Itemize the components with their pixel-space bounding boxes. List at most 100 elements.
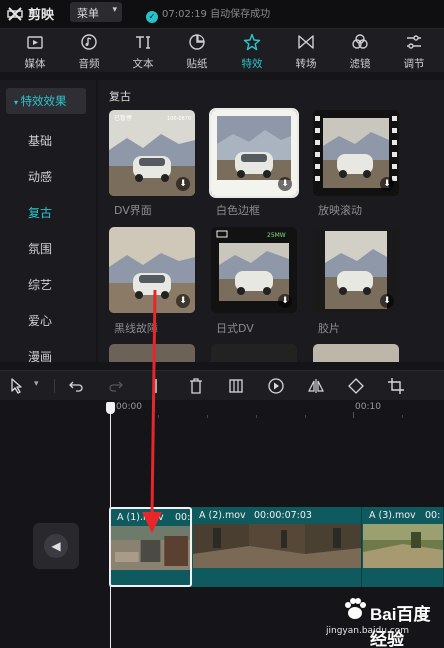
select-cursor-icon[interactable] xyxy=(8,377,26,395)
category-variety[interactable]: 综艺 xyxy=(28,276,52,293)
category-love[interactable]: 爱心 xyxy=(28,312,52,329)
split-icon[interactable] xyxy=(147,377,165,395)
category-dynamic[interactable]: 动感 xyxy=(28,168,52,185)
ruler-tick xyxy=(305,415,306,418)
paw-logo-icon xyxy=(345,598,366,619)
autosave-status: ✓ 07:02:19 自动保存成功 xyxy=(146,5,270,23)
dv-overlay-left: 已暂停 xyxy=(114,114,132,122)
media-icon xyxy=(27,36,43,49)
baidu-watermark: Bai百度 经验 jingyan.baidu.com xyxy=(322,592,440,648)
tab-adjust[interactable]: 调节 xyxy=(389,29,439,73)
ruler-tick xyxy=(256,415,257,418)
download-icon[interactable]: ⬇ xyxy=(380,294,394,308)
effect-thumb-film-scroll[interactable]: ⬇ xyxy=(313,110,399,196)
download-icon[interactable]: ⬇ xyxy=(176,294,190,308)
effects-category-header[interactable]: ▾ 特效效果 xyxy=(6,88,86,114)
clip-thumbnails xyxy=(193,524,361,568)
effect-thumb-japanese-dv[interactable]: 25MW ⬇ xyxy=(211,227,297,313)
effect-label: 放映滚动 xyxy=(318,204,362,217)
app-name: 剪映 xyxy=(28,8,55,23)
download-icon[interactable]: ⬇ xyxy=(176,177,190,191)
autosave-text: 07:02:19 自动保存成功 xyxy=(162,9,271,20)
effect-thumb-partial[interactable] xyxy=(109,344,195,362)
rotate-icon[interactable] xyxy=(347,377,365,395)
tab-transition[interactable]: 转场 xyxy=(281,29,331,73)
category-comic[interactable]: 漫画 xyxy=(28,348,52,365)
tab-label: 文本 xyxy=(132,58,154,70)
ruler-tick xyxy=(353,412,354,418)
chevron-down-icon[interactable]: ▾ xyxy=(34,379,39,389)
clip-a1[interactable]: A (1).mov 00: xyxy=(109,507,192,587)
tab-effects[interactable]: 特效 xyxy=(227,29,277,73)
clip-a2[interactable]: A (2).mov 00:00:07:03 xyxy=(193,507,362,587)
tab-sticker[interactable]: 贴纸 xyxy=(172,29,222,73)
tab-label: 贴纸 xyxy=(186,58,208,70)
mute-track-button[interactable]: ◀ xyxy=(33,523,79,569)
effect-thumb-white-border[interactable]: ⬇ xyxy=(209,108,299,198)
effect-thumb-partial[interactable] xyxy=(211,344,297,362)
clip-time: 00: xyxy=(175,512,191,523)
effect-category-panel: ▾ 特效效果 基础 动感 复古 氛围 综艺 爱心 漫画 xyxy=(0,80,96,365)
tab-label: 特效 xyxy=(241,58,263,70)
playhead-handle[interactable] xyxy=(106,402,115,414)
effect-thumb-partial[interactable] xyxy=(313,344,399,362)
adjust-icon xyxy=(407,35,421,49)
menu-button[interactable]: 菜单 ▾ xyxy=(70,2,122,22)
menu-label: 菜单 xyxy=(77,7,99,20)
divider xyxy=(54,379,55,393)
transition-icon xyxy=(298,35,314,49)
clip-a3[interactable]: A (3).mov 00: xyxy=(363,507,444,587)
clip-name: A (2).mov xyxy=(199,510,246,521)
effect-label: 日式DV xyxy=(216,322,254,335)
tab-label: 转场 xyxy=(295,58,317,70)
tab-text[interactable]: 文本 xyxy=(118,29,168,73)
effect-label: 胶片 xyxy=(318,322,340,335)
mirror-icon[interactable] xyxy=(307,377,325,395)
download-icon[interactable]: ⬇ xyxy=(278,294,292,308)
speaker-icon: ◀ xyxy=(44,534,68,558)
effect-thumb-black-line-glitch[interactable]: ⬇ xyxy=(109,227,195,313)
editor-window: 剪映 菜单 ▾ ✓ 07:02:19 自动保存成功 媒体 音频 文本 贴纸 特效 xyxy=(0,0,444,648)
freeze-frame-icon[interactable] xyxy=(227,377,245,395)
clip-name: A (3).mov xyxy=(369,510,416,521)
download-icon[interactable]: ⬇ xyxy=(380,177,394,191)
ruler-label: 00:00 xyxy=(116,402,142,412)
timeline-ruler[interactable]: 00:00 00:10 xyxy=(0,400,444,418)
category-retro[interactable]: 复古 xyxy=(28,204,52,221)
playhead[interactable] xyxy=(110,402,111,648)
tab-filter[interactable]: 滤镜 xyxy=(335,29,385,73)
clip-frame-image xyxy=(363,524,443,568)
effect-label: 白色边框 xyxy=(216,204,260,217)
play-icon[interactable] xyxy=(267,377,285,395)
filter-icon xyxy=(352,34,368,49)
crop-icon[interactable] xyxy=(387,377,405,395)
download-icon[interactable]: ⬇ xyxy=(278,177,292,191)
ruler-tick xyxy=(402,415,403,418)
effect-label: 黑线故障 xyxy=(114,322,158,335)
clip-thumbnails xyxy=(111,526,190,570)
tab-audio[interactable]: 音频 xyxy=(64,29,114,73)
tool-tabs: 媒体 音频 文本 贴纸 特效 转场 滤镜 调节 xyxy=(0,28,444,72)
category-atmosphere[interactable]: 氛围 xyxy=(28,240,52,257)
effect-thumb-film[interactable]: ⬇ xyxy=(313,227,399,313)
category-basic[interactable]: 基础 xyxy=(28,132,52,149)
ruler-tick xyxy=(207,415,208,418)
timeline-toolbar: ▾ xyxy=(0,370,444,400)
watermark-url: jingyan.baidu.com xyxy=(326,626,410,636)
redo-icon[interactable] xyxy=(107,377,125,395)
tab-label: 媒体 xyxy=(24,58,46,70)
undo-icon[interactable] xyxy=(67,377,85,395)
category-header-label: 特效效果 xyxy=(20,94,67,108)
ruler-label: 00:10 xyxy=(355,402,381,412)
effects-icon xyxy=(243,33,261,51)
tab-media[interactable]: 媒体 xyxy=(10,29,60,73)
clip-thumbnails xyxy=(363,524,443,568)
effect-thumb-dv[interactable]: 已暂停 100-0870 ⬇ xyxy=(109,110,195,196)
clip-time: 00:00:07:03 xyxy=(254,510,312,521)
clip-frame-image xyxy=(111,526,190,570)
effect-label: DV界面 xyxy=(114,204,152,217)
tab-label: 滤镜 xyxy=(349,58,371,70)
clip-time: 00: xyxy=(425,510,441,521)
delete-icon[interactable] xyxy=(187,377,205,395)
check-icon: ✓ xyxy=(146,11,158,23)
